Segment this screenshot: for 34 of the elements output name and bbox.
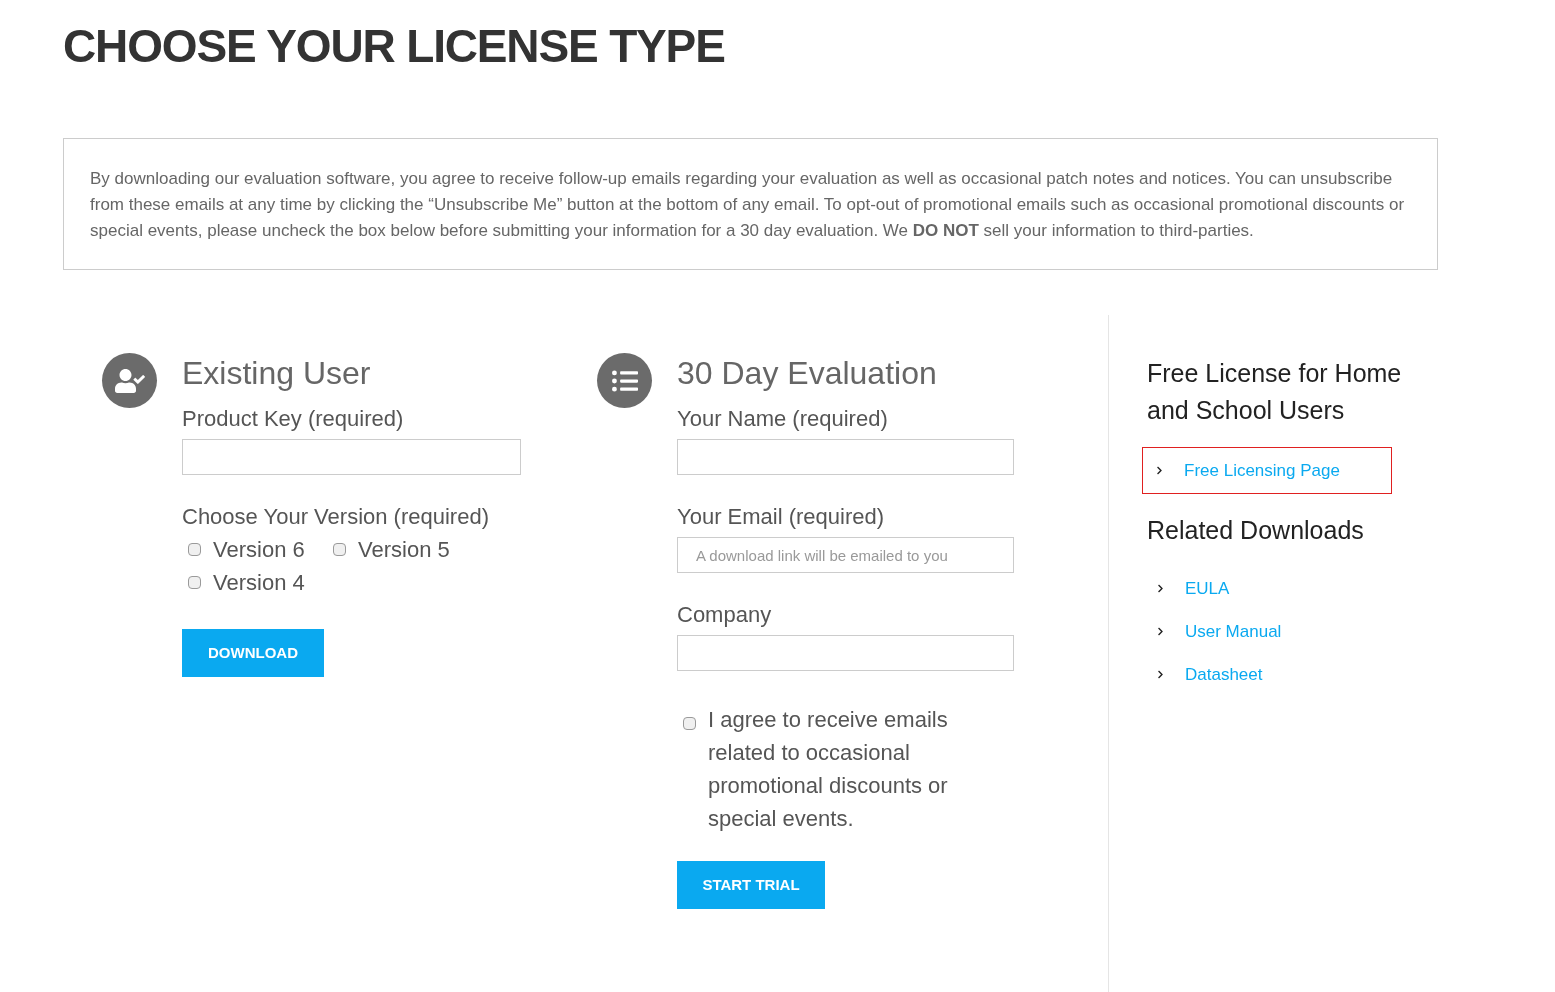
product-key-field[interactable] [182, 439, 521, 475]
page-title: CHOOSE YOUR LICENSE TYPE [63, 19, 726, 74]
chevron-icon [1155, 466, 1164, 475]
section-heading: Existing User [182, 354, 372, 393]
checkbox-label: Version 6 [213, 536, 305, 564]
field-label: Your Name (required) [677, 405, 889, 433]
chevron-icon [1156, 584, 1165, 593]
chevron-icon [1156, 627, 1165, 636]
field-label: Your Email (required) [677, 503, 886, 531]
text-field[interactable] [677, 635, 1014, 671]
download-link[interactable]: EULA [1185, 575, 1230, 602]
consent-checkbox[interactable] [683, 717, 696, 730]
chevron-icon [1156, 670, 1165, 679]
text-field[interactable]: A download link will be emailed to you [677, 537, 1014, 573]
notice-text: By downloading our evaluation software, you agree to receive follow-up emails regarding your evaluation as well as occasional patch notes and notices. You can unsubscribe from these emails at any time by clicking the “Unsubscribe Me” button at the bottom of any email. To opt-out of promotional emails such as occasional promotional discounts or special events, please uncheck the box below before submitting your information for a 30 day evaluation. We DO NOT sell your information to third-parties. [90, 168, 1406, 242]
version-checkbox[interactable] [188, 543, 201, 556]
consent-text: I agree to receive emails related to occasional promotional discounts or special events. [708, 706, 949, 833]
download-button[interactable]: DOWNLOAD [182, 629, 324, 677]
list-icon [597, 353, 652, 408]
user-check-icon [102, 353, 157, 408]
section-heading: 30 Day Evaluation [677, 354, 938, 393]
field-label: Company [677, 601, 773, 629]
text-field[interactable] [677, 439, 1014, 475]
version-checkbox[interactable] [333, 543, 346, 556]
field-label: Product Key (required) [182, 405, 405, 433]
checkbox-label: Version 5 [358, 536, 450, 564]
sidebar-heading: Related Downloads [1147, 515, 1365, 546]
download-link[interactable]: User Manual [1185, 618, 1282, 645]
sidebar-heading: Free License for Home and School Users [1147, 358, 1403, 426]
version-checkbox[interactable] [188, 576, 201, 589]
download-link[interactable]: Datasheet [1185, 661, 1263, 688]
checkbox-label: Version 4 [213, 569, 305, 597]
start-trial-button[interactable]: START TRIAL [677, 861, 825, 909]
field-label: Choose Your Version (required) [182, 503, 490, 531]
